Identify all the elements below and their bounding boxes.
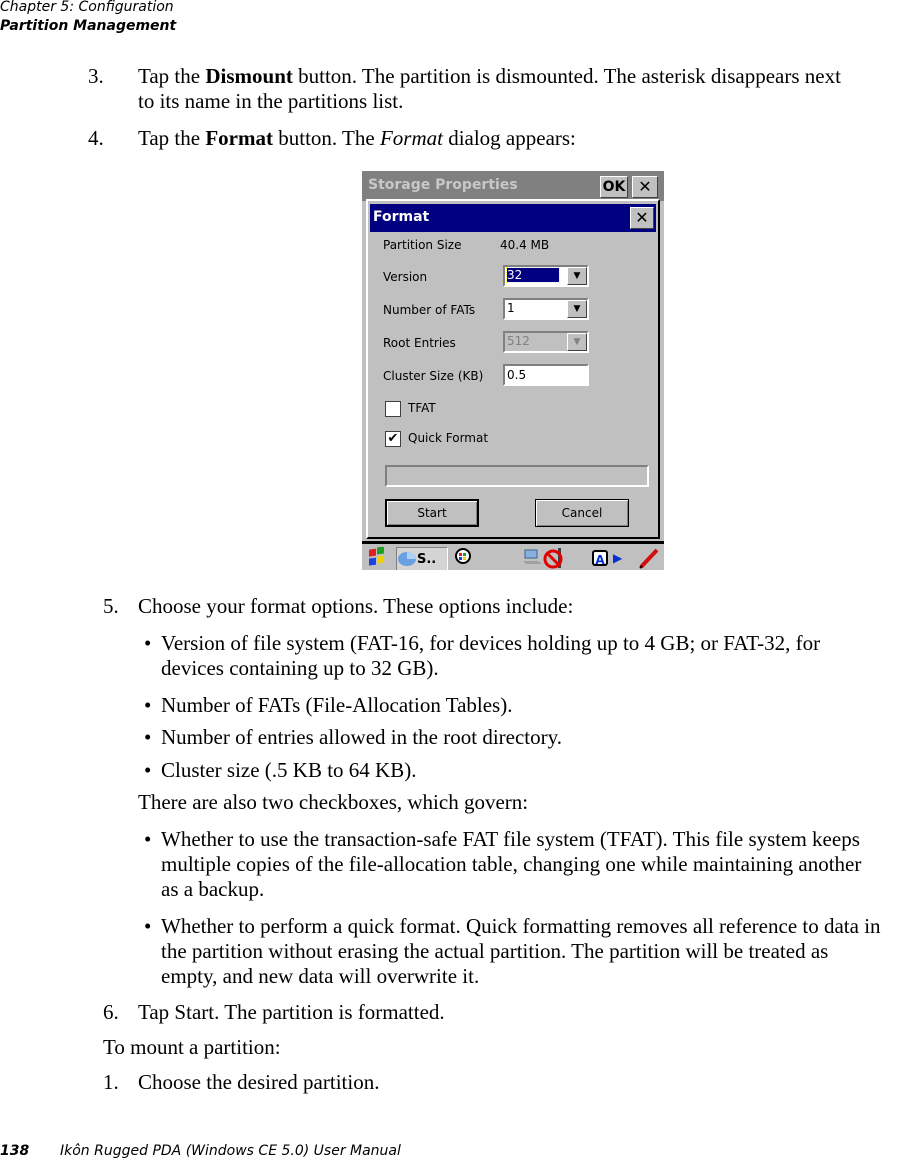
version-value-wrap: 32 xyxy=(506,267,560,283)
fats-value: 1 xyxy=(507,301,515,315)
chapter-header: Chapter 5: Configuration xyxy=(0,0,174,15)
no-signal-icon[interactable] xyxy=(542,547,566,569)
step-4-bold: Format xyxy=(205,126,273,150)
arrow-right-icon[interactable]: ▶ xyxy=(613,547,622,569)
bullet-version-line1: Version of file system (FAT-16, for devi… xyxy=(161,631,821,655)
bullet-root: Number of entries allowed in the root di… xyxy=(161,725,563,749)
page-number: 138 xyxy=(0,1143,30,1159)
partition-size-label: Partition Size xyxy=(383,238,462,252)
step-3-text: Tap the Dismount button. The partition i… xyxy=(138,64,841,89)
bullet-icon: • xyxy=(144,631,152,655)
bullet-quick-line3: empty, and new data will overwrite it. xyxy=(161,964,480,988)
partition-size-value: 40.4 MB xyxy=(500,238,550,252)
cancel-button[interactable]: Cancel xyxy=(535,499,629,527)
step-4-number: 4. xyxy=(88,126,104,150)
bullet-cluster: Cluster size (.5 KB to 64 KB). xyxy=(161,758,417,782)
tfat-label: TFAT xyxy=(408,401,436,415)
root-entries-label: Root Entries xyxy=(383,336,456,350)
format-dialog-titlebar: Format ✕ xyxy=(370,204,656,232)
bullet-quick-line1: Whether to perform a quick format. Quick… xyxy=(161,914,881,938)
step-6-number: 6. xyxy=(103,1000,119,1024)
tfat-checkbox[interactable] xyxy=(385,401,401,417)
step-3-pre: Tap the xyxy=(138,64,206,88)
pen-icon[interactable] xyxy=(638,547,660,569)
step-4-pre: Tap the xyxy=(138,126,206,150)
quick-format-checkbox[interactable]: ✔ xyxy=(385,431,401,447)
chevron-down-icon[interactable]: ▼ xyxy=(567,300,587,318)
version-label: Version xyxy=(383,270,428,284)
step-3-line2: to its name in the partitions list. xyxy=(138,89,404,113)
root-entries-value: 512 xyxy=(507,334,530,348)
start-button[interactable]: Start xyxy=(385,499,479,527)
manual-title: Ikôn Rugged PDA (Windows CE 5.0) User Ma… xyxy=(60,1143,401,1159)
chevron-down-icon[interactable]: ▼ xyxy=(567,267,587,285)
bullet-tfat-line2: multiple copies of the file-allocation t… xyxy=(161,852,862,876)
bullet-icon: • xyxy=(144,693,152,717)
format-dialog-title: Format xyxy=(373,209,430,225)
task-label: S.. xyxy=(417,552,437,567)
step-3-post: button. The partition is dismounted. The… xyxy=(292,64,841,88)
input-panel-icon[interactable] xyxy=(454,547,472,569)
mount-step-1-number: 1. xyxy=(103,1070,119,1094)
step-4-italic: Format xyxy=(379,126,443,150)
storage-properties-title: Storage Properties xyxy=(368,177,518,193)
input-a-icon[interactable]: A xyxy=(592,550,608,567)
bullet-tfat-line1: Whether to use the transaction-safe FAT … xyxy=(161,827,860,851)
taskbar: S.. A ▶ xyxy=(362,541,664,570)
fats-select[interactable]: 1 ▼ xyxy=(503,298,589,320)
version-select[interactable]: 32 ▼ xyxy=(503,265,589,287)
checkbox-intro: There are also two checkboxes, which gov… xyxy=(138,790,529,814)
bullet-icon: • xyxy=(144,914,152,938)
bullet-icon: • xyxy=(144,827,152,851)
ok-button[interactable]: OK xyxy=(600,176,628,198)
step-3-number: 3. xyxy=(88,64,104,88)
format-progress-bar xyxy=(385,465,649,487)
fats-label: Number of FATs xyxy=(383,303,476,317)
step-6-text: Tap Start. The partition is formatted. xyxy=(138,1000,445,1024)
step-3-bold: Dismount xyxy=(205,64,293,88)
version-value: 32 xyxy=(506,267,560,283)
bullet-fats: Number of FATs (File-Allocation Tables). xyxy=(161,693,513,717)
step-4-text: Tap the Format button. The Format dialog… xyxy=(138,126,576,151)
quick-format-label: Quick Format xyxy=(408,431,489,445)
chevron-down-icon: ▼ xyxy=(567,333,587,351)
storage-properties-titlebar: Storage Properties OK ✕ xyxy=(362,169,664,201)
step-4-post: dialog appears: xyxy=(442,126,576,150)
bullet-version-line2: devices containing up to 32 GB). xyxy=(161,656,439,680)
bullet-icon: • xyxy=(144,758,152,782)
bullet-icon: • xyxy=(144,725,152,749)
cluster-size-label: Cluster Size (KB) xyxy=(383,369,484,383)
step-5-text: Choose your format options. These option… xyxy=(138,594,574,618)
close-icon[interactable]: ✕ xyxy=(630,207,654,229)
bullet-tfat-line3: as a backup. xyxy=(161,877,265,901)
storage-task-button[interactable]: S.. xyxy=(396,547,448,570)
bullet-quick-line2: the partition without erasing the actual… xyxy=(161,939,829,963)
step-5-number: 5. xyxy=(103,594,119,618)
root-entries-select: 512 ▼ xyxy=(503,331,589,353)
mount-step-1-text: Choose the desired partition. xyxy=(138,1070,380,1094)
step-4-mid: button. The xyxy=(272,126,380,150)
section-header: Partition Management xyxy=(0,18,177,34)
format-dialog: Format ✕ Partition Size 40.4 MB Version … xyxy=(366,199,660,539)
mount-intro: To mount a partition: xyxy=(103,1035,281,1059)
windows-flag-icon[interactable] xyxy=(366,546,388,569)
format-dialog-screenshot: Storage Properties OK ✕ Format ✕ Partiti… xyxy=(362,169,664,570)
network-icon[interactable] xyxy=(522,547,544,569)
storage-pie-icon xyxy=(398,552,416,566)
close-icon[interactable]: ✕ xyxy=(632,176,658,198)
cluster-size-input[interactable]: 0.5 xyxy=(503,364,589,386)
